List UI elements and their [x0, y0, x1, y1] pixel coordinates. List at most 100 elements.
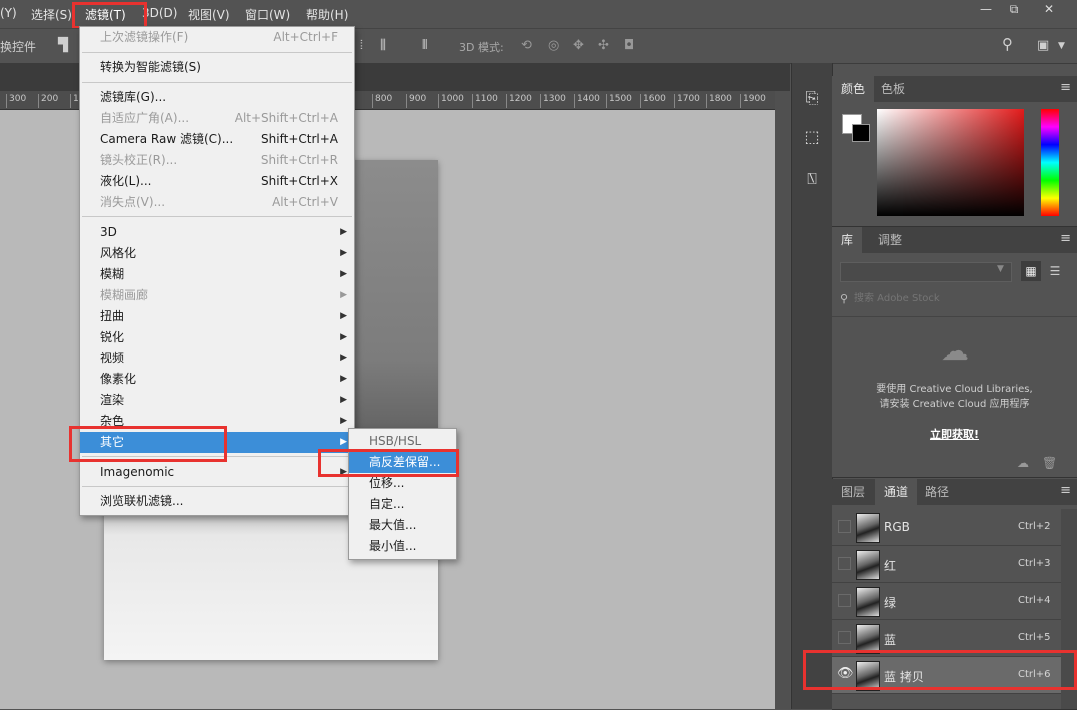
- distribute-right-icon[interactable]: ⫼: [380, 38, 386, 53]
- panel-menu-icon[interactable]: ≡: [1060, 483, 1071, 498]
- 3d-camera-icon[interactable]: ◘: [624, 38, 634, 53]
- ruler-tick: 1800: [706, 94, 732, 108]
- submenu-arrow-icon: ▶: [340, 353, 347, 363]
- submenu-item-custom[interactable]: 自定...: [349, 494, 456, 515]
- menu-item-blur-gallery[interactable]: 模糊画廊 ▶: [80, 285, 354, 306]
- ruler-tick: 200: [38, 94, 58, 108]
- trash-icon[interactable]: 🗑: [1042, 456, 1057, 470]
- close-button[interactable]: ✕: [1035, 0, 1063, 20]
- ruler-tick: 1600: [640, 94, 666, 108]
- properties-icon[interactable]: ⍂: [800, 167, 824, 191]
- distribute-center-icon[interactable]: ⦙: [360, 38, 363, 53]
- tab-paths[interactable]: 路径: [916, 479, 958, 505]
- grid-view-icon[interactable]: ▦: [1021, 261, 1041, 281]
- color-picker-field[interactable]: [877, 109, 1024, 216]
- menu-item-3d[interactable]: 3D ▶: [80, 222, 354, 243]
- menu-item-select-edit[interactable]: (Y): [0, 6, 17, 20]
- menu-item-help[interactable]: 帮助(H): [306, 6, 348, 23]
- history-icon[interactable]: ⎘: [800, 86, 824, 110]
- menu-item-distort[interactable]: 扭曲 ▶: [80, 306, 354, 327]
- library-panel: 库 调整 ≡ ▼ ▦ ☰ ⚲ ☁ 要使用 Creative Cloud Libr…: [832, 227, 1077, 478]
- channel-row-green[interactable]: 绿 Ctrl+4: [832, 583, 1061, 620]
- submenu-arrow-icon: ▶: [340, 416, 347, 426]
- menu-item-liquify[interactable]: 液化(L)... Shift+Ctrl+X: [80, 171, 354, 192]
- hue-slider[interactable]: [1041, 109, 1059, 216]
- minimize-button[interactable]: —: [972, 0, 1000, 20]
- panel-menu-icon[interactable]: ≡: [1060, 80, 1071, 95]
- annotation-box-high-pass: [318, 449, 459, 477]
- menu-item-blur[interactable]: 模糊 ▶: [80, 264, 354, 285]
- tab-color[interactable]: 颜色: [832, 76, 875, 102]
- menu-item-convert-smart-filter[interactable]: 转换为智能滤镜(S): [80, 57, 354, 78]
- vertical-scrollbar[interactable]: [775, 91, 790, 709]
- menu-bar: (Y) 选择(S) 滤镜(T) 3D(D) 视图(V) 窗口(W) 帮助(H) …: [0, 0, 1077, 28]
- menu-item-stylize[interactable]: 风格化 ▶: [80, 243, 354, 264]
- submenu-arrow-icon: ▶: [340, 290, 347, 300]
- visibility-toggle[interactable]: [838, 631, 851, 644]
- channel-shortcut: Ctrl+3: [1018, 558, 1051, 569]
- menu-item-view[interactable]: 视图(V): [188, 6, 230, 23]
- submenu-item-maximum[interactable]: 最大值...: [349, 515, 456, 536]
- ruler-tick: 1500: [606, 94, 632, 108]
- menu-item-lens-correction[interactable]: 镜头校正(R)... Shift+Ctrl+R: [80, 150, 354, 171]
- stock-search-input[interactable]: [854, 290, 1054, 306]
- visibility-toggle[interactable]: [838, 520, 851, 533]
- tab-libraries[interactable]: 库: [832, 227, 863, 253]
- search-icon[interactable]: ⚲: [1002, 35, 1013, 53]
- ruler-tick: 800: [372, 94, 392, 108]
- align-top-icon[interactable]: ▜: [58, 38, 68, 53]
- auto-align-icon[interactable]: ⫴: [422, 38, 427, 53]
- menu-item-imagenomic[interactable]: Imagenomic ▶: [80, 462, 354, 483]
- library-select[interactable]: [840, 262, 1012, 282]
- channel-row-rgb[interactable]: RGB Ctrl+2: [832, 509, 1061, 546]
- tab-channels[interactable]: 通道: [875, 479, 918, 505]
- annotation-box-filter: [72, 2, 147, 29]
- 3d-roll-icon[interactable]: ◎: [548, 38, 559, 53]
- menu-item-vanishing-point[interactable]: 消失点(V)... Alt+Ctrl+V: [80, 192, 354, 213]
- submenu-arrow-icon: ▶: [340, 332, 347, 342]
- workspace-icon[interactable]: ▣: [1037, 38, 1049, 53]
- menu-item-sharpen[interactable]: 锐化 ▶: [80, 327, 354, 348]
- ruler-tick: 1200: [506, 94, 532, 108]
- 3d-slide-icon[interactable]: ✣: [598, 38, 609, 53]
- submenu-arrow-icon: ▶: [340, 311, 347, 321]
- visibility-toggle[interactable]: [838, 557, 851, 570]
- channel-name: 蓝: [884, 633, 897, 647]
- transform-controls-label[interactable]: 换控件: [0, 38, 36, 55]
- menu-item-select[interactable]: 选择(S): [31, 6, 72, 23]
- menu-item-camera-raw[interactable]: Camera Raw 滤镜(C)... Shift+Ctrl+A: [80, 129, 354, 150]
- menu-item-render[interactable]: 渲染 ▶: [80, 390, 354, 411]
- 3d-pan-icon[interactable]: ✥: [573, 38, 584, 53]
- ruler-tick: 300: [6, 94, 26, 108]
- annotation-box-other: [69, 426, 227, 462]
- cc-message-line1: 要使用 Creative Cloud Libraries,: [876, 384, 1033, 395]
- cc-sync-icon[interactable]: ☁: [1017, 456, 1029, 470]
- menu-item-last-filter[interactable]: 上次滤镜操作(F) Alt+Ctrl+F: [80, 27, 354, 48]
- tab-swatches[interactable]: 色板: [872, 76, 914, 102]
- get-now-link[interactable]: 立即获取!: [832, 426, 1077, 442]
- submenu-item-minimum[interactable]: 最小值...: [349, 536, 456, 557]
- menu-item-adaptive-wide-angle[interactable]: 自适应广角(A)... Alt+Shift+Ctrl+A: [80, 108, 354, 129]
- menu-item-window[interactable]: 窗口(W): [245, 6, 290, 23]
- 3d-panel-icon[interactable]: ⬚: [800, 125, 824, 149]
- channels-panel-tabs: 图层 通道 路径 ≡: [832, 479, 1077, 505]
- menu-item-video[interactable]: 视频 ▶: [80, 348, 354, 369]
- list-view-icon[interactable]: ☰: [1045, 261, 1065, 281]
- 3d-mode-label: 3D 模式:: [459, 41, 504, 54]
- chevron-down-icon[interactable]: ▼: [1058, 41, 1065, 51]
- tab-layers[interactable]: 图层: [832, 479, 874, 505]
- creative-cloud-icon: ☁: [941, 334, 969, 367]
- tab-adjustments[interactable]: 调整: [869, 227, 911, 253]
- visibility-toggle[interactable]: [838, 594, 851, 607]
- channel-name: 绿: [884, 596, 897, 610]
- background-color-swatch[interactable]: [852, 124, 870, 142]
- menu-item-filter-gallery[interactable]: 滤镜库(G)...: [80, 87, 354, 108]
- restore-button[interactable]: ⧉: [1000, 0, 1028, 20]
- library-panel-tabs: 库 调整 ≡: [832, 227, 1077, 253]
- menu-item-pixelate[interactable]: 像素化 ▶: [80, 369, 354, 390]
- 3d-orbit-icon[interactable]: ⟲: [521, 38, 532, 53]
- channel-row-red[interactable]: 红 Ctrl+3: [832, 546, 1061, 583]
- panel-menu-icon[interactable]: ≡: [1060, 231, 1071, 246]
- menu-item-3d[interactable]: 3D(D): [142, 6, 177, 20]
- menu-item-browse-online-filters[interactable]: 浏览联机滤镜...: [80, 491, 354, 512]
